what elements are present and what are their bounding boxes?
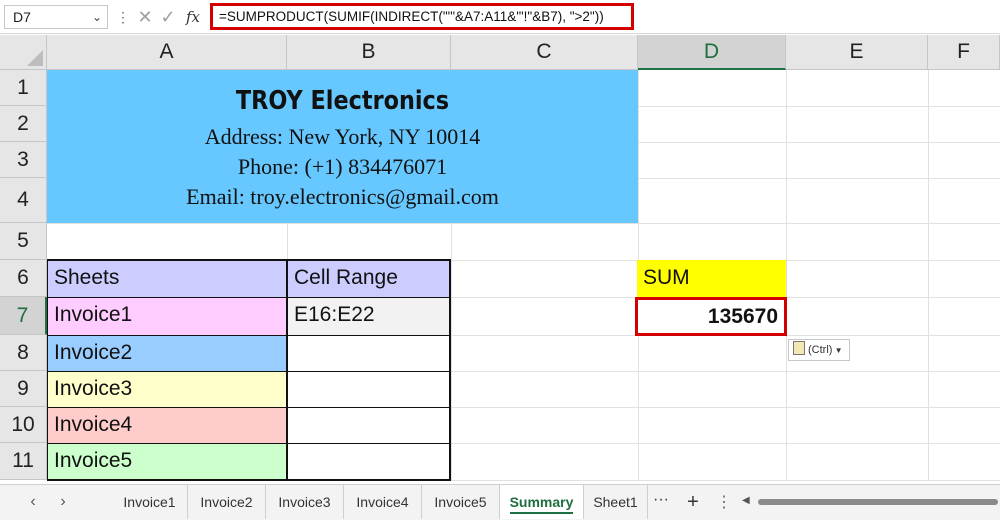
column-header-e[interactable]: E: [786, 35, 928, 70]
table-cell-sheet[interactable]: Invoice2: [48, 336, 288, 372]
table-header-sheets[interactable]: Sheets: [48, 261, 288, 298]
sheet-tab-invoice5[interactable]: Invoice5: [422, 485, 500, 519]
add-sheet-button[interactable]: +: [682, 485, 704, 519]
sheets-table: Sheets Cell Range Invoice1 E16:E22 Invoi…: [47, 259, 451, 481]
sheet-tab-invoice2[interactable]: Invoice2: [188, 485, 266, 519]
table-cell-sheet[interactable]: Invoice4: [48, 408, 288, 444]
row-header-10[interactable]: 10: [0, 407, 47, 443]
chevron-left-icon[interactable]: ‹: [22, 485, 44, 519]
table-cell-sheet[interactable]: Invoice3: [48, 372, 288, 408]
check-icon[interactable]: ✓: [157, 5, 179, 29]
active-tab-underline: [510, 512, 573, 514]
column-header-c[interactable]: C: [451, 35, 638, 70]
paste-options-label: (Ctrl): [808, 344, 833, 356]
scroll-left-icon[interactable]: ◀: [742, 495, 750, 506]
chevron-down-icon[interactable]: ⌄: [92, 6, 102, 28]
sheet-tab-invoice1[interactable]: Invoice1: [112, 485, 188, 519]
insert-function-button[interactable]: fx: [182, 5, 204, 29]
table-cell-range[interactable]: [288, 444, 451, 481]
horizontal-scrollbar[interactable]: ◀: [738, 495, 1000, 507]
chevron-down-icon: ▼: [832, 346, 843, 355]
name-box[interactable]: D7 ⌄: [4, 5, 108, 29]
scrollbar-thumb[interactable]: [758, 499, 998, 505]
close-icon[interactable]: ✕: [134, 5, 156, 29]
clipboard-icon: [793, 341, 805, 355]
row-header-5[interactable]: 5: [0, 223, 47, 260]
sheet-tab-bar: ‹ › Invoice1 Invoice2 Invoice3 Invoice4 …: [0, 484, 1000, 520]
row-header-1[interactable]: 1: [0, 70, 47, 106]
sheet-tab-invoice4[interactable]: Invoice4: [344, 485, 422, 519]
row-header-11[interactable]: 11: [0, 443, 47, 480]
gridline: [47, 223, 1000, 224]
row-header-6[interactable]: 6: [0, 260, 47, 297]
row-header-8[interactable]: 8: [0, 335, 47, 371]
column-header-f[interactable]: F: [928, 35, 1000, 70]
chevron-right-icon[interactable]: ›: [52, 485, 74, 519]
sheet-tab-sheet1[interactable]: Sheet1: [584, 485, 648, 519]
table-cell-range[interactable]: [288, 336, 451, 372]
sheet-tab-invoice3[interactable]: Invoice3: [266, 485, 344, 519]
vertical-dots-icon[interactable]: ⋮: [716, 491, 732, 515]
more-sheets-button[interactable]: ···: [650, 485, 672, 519]
column-header-a[interactable]: A: [47, 35, 287, 70]
row-header-7[interactable]: 7: [0, 297, 47, 335]
name-box-value: D7: [13, 9, 31, 25]
row-header-2[interactable]: 2: [0, 106, 47, 142]
formula-input[interactable]: =SUMPRODUCT(SUMIF(INDIRECT("'"&A7:A11&"'…: [210, 3, 634, 30]
company-address: Address: New York, NY 10014: [204, 124, 481, 149]
table-cell-range[interactable]: E16:E22: [288, 298, 451, 336]
table-header-cell-range[interactable]: Cell Range: [288, 261, 451, 298]
column-header-b[interactable]: B: [287, 35, 451, 70]
company-email: Email: troy.electronics@gmail.com: [186, 184, 499, 209]
company-name: TROY Electronics: [235, 86, 450, 116]
sheet-tab-summary-label: Summary: [509, 494, 574, 510]
gridline: [786, 70, 787, 480]
row-header-4[interactable]: 4: [0, 178, 47, 223]
row-header-3[interactable]: 3: [0, 142, 47, 178]
company-phone: Phone: (+1) 834476071: [237, 154, 448, 179]
table-cell-range[interactable]: [288, 408, 451, 444]
table-cell-range[interactable]: [288, 372, 451, 408]
sum-value-cell[interactable]: 135670: [635, 297, 787, 336]
paste-options-button[interactable]: (Ctrl) ▼: [788, 339, 850, 361]
formula-bar: D7 ⌄ ⋮ ✕ ✓ fx =SUMPRODUCT(SUMIF(INDIRECT…: [0, 0, 1000, 34]
sheet-tab-summary[interactable]: Summary: [500, 485, 584, 519]
table-cell-sheet[interactable]: Invoice1: [48, 298, 288, 336]
table-cell-sheet[interactable]: Invoice5: [48, 444, 288, 481]
company-header-cell[interactable]: TROY Electronics Address: New York, NY 1…: [47, 70, 638, 223]
column-header-d[interactable]: D: [638, 35, 786, 70]
sum-label-cell[interactable]: SUM: [637, 260, 786, 297]
row-header-9[interactable]: 9: [0, 371, 47, 407]
vertical-dots-icon: ⋮: [116, 9, 130, 25]
gridline: [928, 70, 929, 480]
select-all-corner[interactable]: [0, 35, 47, 70]
